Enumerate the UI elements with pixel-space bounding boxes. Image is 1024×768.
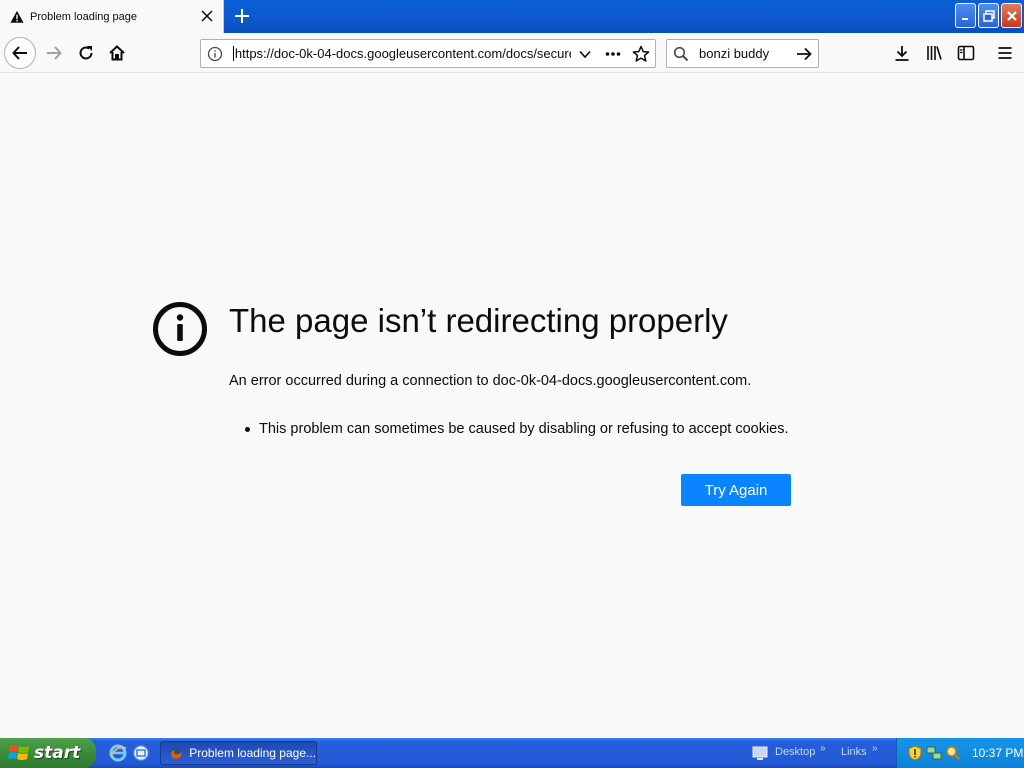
desktop-icon bbox=[752, 746, 768, 760]
error-reason: This problem can sometimes be caused by … bbox=[259, 421, 789, 437]
error-title: The page isn’t redirecting properly bbox=[229, 302, 728, 339]
clock: 10:37 PM bbox=[972, 746, 1024, 760]
system-tray: 10:37 PM bbox=[896, 738, 1024, 768]
outlook-express-icon[interactable] bbox=[131, 743, 151, 763]
desktop-toolbar-link[interactable]: Desktop bbox=[775, 746, 815, 758]
forward-icon[interactable] bbox=[38, 37, 70, 69]
bullet-icon bbox=[245, 426, 250, 432]
url-input[interactable]: https://doc-0k-04-docs.googleusercontent… bbox=[232, 46, 571, 61]
security-shield-icon[interactable] bbox=[907, 745, 923, 761]
minimize-icon[interactable] bbox=[955, 3, 976, 28]
dropdown-arrow-icon[interactable] bbox=[571, 40, 599, 67]
page-actions-icon[interactable] bbox=[599, 40, 627, 67]
new-tab-icon[interactable] bbox=[230, 4, 254, 28]
bookmark-star-icon[interactable] bbox=[627, 40, 655, 67]
start-label: start bbox=[34, 743, 81, 763]
chevron-icon[interactable]: » bbox=[872, 743, 878, 754]
search-tray-icon[interactable] bbox=[945, 745, 961, 761]
internet-explorer-icon[interactable] bbox=[108, 743, 128, 763]
error-description: An error occurred during a connection to… bbox=[229, 373, 752, 389]
search-bar[interactable]: bonzi buddy bbox=[666, 39, 819, 68]
taskbar: start Problem loading page... Desktop » … bbox=[0, 738, 1024, 768]
sidebar-icon[interactable] bbox=[950, 37, 982, 69]
tab-title: Problem loading page bbox=[30, 10, 138, 23]
tab-problem-loading[interactable]: Problem loading page bbox=[0, 0, 224, 33]
list-item: This problem can sometimes be caused by … bbox=[245, 421, 789, 437]
chevron-icon[interactable]: » bbox=[820, 743, 826, 754]
windows-logo-icon bbox=[8, 745, 29, 760]
firefox-icon bbox=[170, 747, 182, 759]
library-icon[interactable] bbox=[918, 37, 950, 69]
info-icon[interactable] bbox=[201, 40, 229, 67]
network-icon[interactable] bbox=[926, 745, 942, 761]
close-tab-icon[interactable] bbox=[199, 8, 215, 24]
search-icon bbox=[667, 40, 695, 67]
taskbar-item-firefox[interactable]: Problem loading page... bbox=[160, 741, 317, 765]
navigation-toolbar: https://doc-0k-04-docs.googleusercontent… bbox=[0, 33, 1024, 73]
search-input[interactable]: bonzi buddy bbox=[695, 46, 790, 61]
taskbar-item-label: Problem loading page... bbox=[189, 746, 316, 760]
url-bar[interactable]: https://doc-0k-04-docs.googleusercontent… bbox=[200, 39, 656, 68]
links-toolbar-link[interactable]: Links bbox=[841, 746, 867, 758]
restore-icon[interactable] bbox=[978, 3, 999, 28]
search-go-icon[interactable] bbox=[790, 40, 818, 67]
warning-icon bbox=[10, 10, 24, 23]
close-window-icon[interactable] bbox=[1001, 3, 1022, 28]
hamburger-menu-icon[interactable] bbox=[989, 37, 1021, 69]
download-icon[interactable] bbox=[886, 37, 918, 69]
start-button[interactable]: start bbox=[0, 738, 96, 768]
info-circle-icon bbox=[153, 302, 207, 356]
reload-icon[interactable] bbox=[70, 37, 102, 69]
back-icon[interactable] bbox=[4, 37, 36, 69]
try-again-button[interactable]: Try Again bbox=[681, 474, 791, 506]
home-icon[interactable] bbox=[101, 37, 133, 69]
tab-strip: Problem loading page bbox=[0, 0, 1024, 33]
